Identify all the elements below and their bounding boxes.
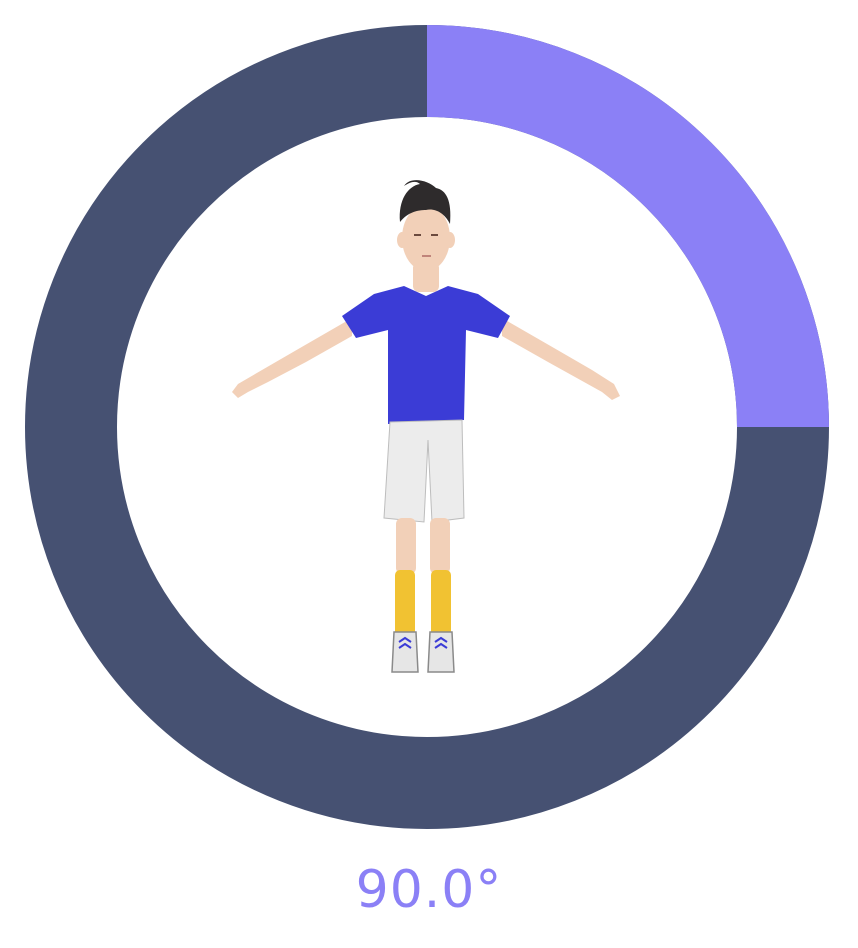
right-ear [445, 232, 455, 248]
left-leg [396, 518, 416, 574]
rotation-ring [25, 25, 829, 829]
left-sock [395, 570, 415, 636]
shorts [383, 419, 465, 523]
t-pose-character-icon [232, 180, 620, 673]
rotation-dial[interactable]: 90.0° [0, 0, 858, 944]
left-arm [232, 318, 352, 398]
shirt [342, 286, 510, 424]
right-sock [431, 570, 451, 636]
ring-progress-arc[interactable] [426, 25, 829, 428]
left-ear [397, 232, 407, 248]
right-arm [502, 318, 620, 400]
head [402, 205, 450, 271]
right-leg [430, 518, 450, 574]
angle-readout: 90.0° [355, 860, 503, 920]
